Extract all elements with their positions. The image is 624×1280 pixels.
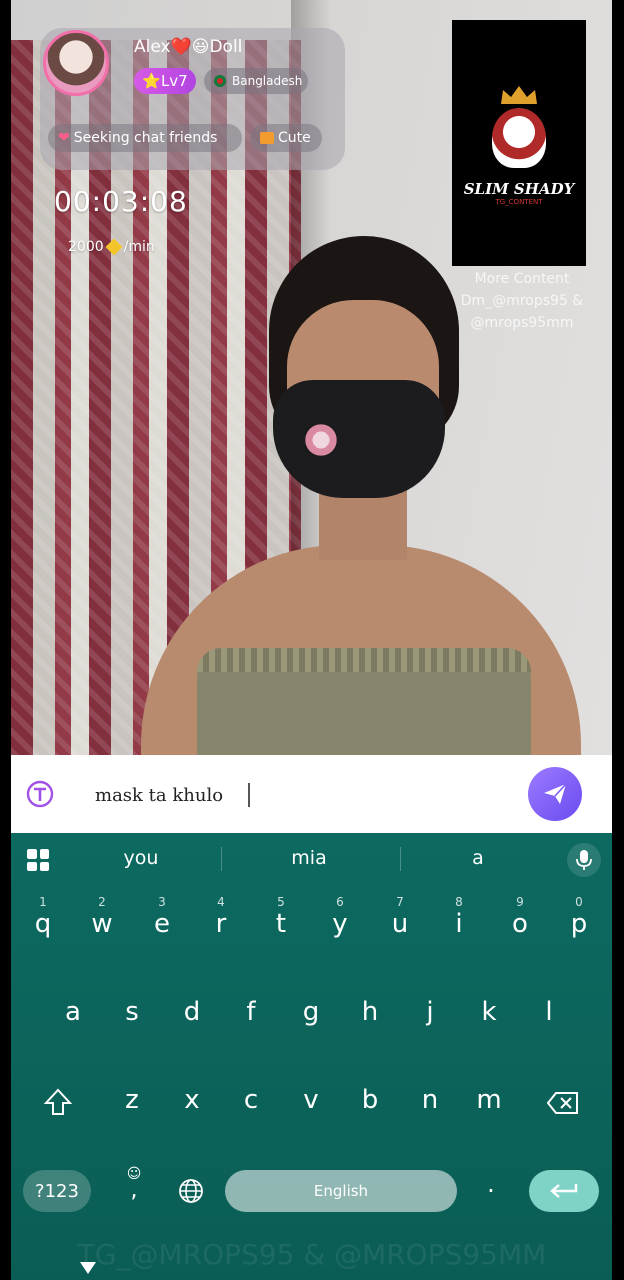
key-l[interactable]: l (527, 983, 571, 1053)
key-p[interactable]: 0p (557, 895, 601, 965)
tag-seeking-chat: ❤ Seeking chat friends (48, 124, 242, 152)
key-h[interactable]: h (348, 983, 392, 1053)
suggestion-1[interactable]: you (81, 847, 201, 869)
key-j[interactable]: j (408, 983, 452, 1053)
mask-decoration (301, 420, 341, 460)
key-s[interactable]: s (110, 983, 154, 1053)
key-w[interactable]: 2w (80, 895, 124, 965)
person-top (197, 648, 531, 755)
hide-keyboard-icon[interactable] (80, 1262, 96, 1274)
key-z[interactable]: z (110, 1071, 154, 1141)
key-d[interactable]: d (170, 983, 214, 1053)
key-v[interactable]: v (289, 1071, 333, 1141)
country-label: Bangladesh (232, 74, 303, 88)
key-m[interactable]: m (467, 1071, 511, 1141)
face-mask (273, 380, 445, 498)
username: Alex❤️😃Doll (134, 37, 243, 57)
backspace-key[interactable] (547, 1091, 579, 1115)
watermark-logo: SLIM SHADY TG_CONTENT (452, 20, 586, 266)
emoji-comma-key[interactable]: ☺ , (119, 1166, 149, 1216)
microphone-button[interactable] (567, 843, 601, 877)
watermark-line: More Content (474, 271, 570, 287)
soft-keyboard: you mia a 1q 2w 3e 4r 5t 6y 7u 8i 9o 0p … (11, 833, 612, 1280)
suggestion-divider (400, 847, 401, 871)
screen: Alex❤️😃Doll ⭐Lv7 Bangladesh ❤ Seeking ch… (0, 0, 624, 1280)
logo-title: SLIM SHADY (463, 180, 575, 198)
tag-cute: Cute (250, 124, 322, 152)
avatar[interactable] (43, 30, 109, 96)
key-g[interactable]: g (289, 983, 333, 1053)
send-button[interactable] (528, 767, 582, 821)
watermark-line: Dm_@mrops95 & (460, 293, 584, 309)
tag-icon (260, 132, 274, 144)
key-o[interactable]: 9o (498, 895, 542, 965)
key-n[interactable]: n (408, 1071, 452, 1141)
level-badge: ⭐Lv7 (134, 68, 196, 94)
translate-icon[interactable] (25, 779, 55, 809)
heart-icon: ❤ (58, 130, 70, 146)
key-i[interactable]: 8i (437, 895, 481, 965)
space-key[interactable]: English (225, 1170, 457, 1212)
eagle-icon (492, 108, 546, 168)
message-input[interactable] (93, 777, 517, 813)
logo-subtitle: TG_CONTENT (495, 198, 543, 206)
shift-key[interactable] (43, 1087, 73, 1117)
diamond-icon (105, 238, 123, 256)
chat-input-bar (11, 755, 612, 833)
suggestion-divider (221, 847, 222, 871)
key-e[interactable]: 3e (140, 895, 184, 965)
enter-key[interactable] (529, 1170, 599, 1212)
symbols-key[interactable]: ?123 (23, 1170, 91, 1212)
crown-icon (501, 86, 537, 104)
key-u[interactable]: 7u (378, 895, 422, 965)
key-x[interactable]: x (170, 1071, 214, 1141)
country-badge: Bangladesh (204, 68, 308, 94)
key-k[interactable]: k (467, 983, 511, 1053)
call-rate: 2000 /min (68, 238, 155, 256)
key-t[interactable]: 5t (259, 895, 303, 965)
apps-grid-icon[interactable] (27, 849, 49, 871)
watermark-text: More Content Dm_@mrops95 & @mrops95mm (444, 268, 600, 334)
key-q[interactable]: 1q (21, 895, 65, 965)
bangladesh-flag-icon (214, 75, 226, 87)
key-f[interactable]: f (229, 983, 273, 1053)
key-b[interactable]: b (348, 1071, 392, 1141)
text-caret (248, 783, 250, 807)
key-c[interactable]: c (229, 1071, 273, 1141)
tag-label: Cute (278, 130, 311, 146)
suggestion-3[interactable]: a (418, 847, 538, 869)
call-timer: 00:03:08 (54, 185, 188, 218)
rate-value: 2000 (68, 239, 104, 255)
watermark-line: @mrops95mm (470, 315, 574, 331)
globe-icon[interactable] (177, 1177, 205, 1205)
send-icon (544, 783, 567, 804)
key-r[interactable]: 4r (199, 895, 243, 965)
suggestion-2[interactable]: mia (249, 847, 369, 869)
key-y[interactable]: 6y (318, 895, 362, 965)
key-a[interactable]: a (51, 983, 95, 1053)
period-key[interactable]: . (481, 1170, 501, 1212)
microphone-icon (576, 850, 592, 870)
tag-label: Seeking chat friends (73, 130, 218, 146)
enter-arrow-icon (550, 1184, 578, 1198)
rate-unit: /min (123, 239, 155, 255)
comma-label: , (130, 1178, 138, 1203)
